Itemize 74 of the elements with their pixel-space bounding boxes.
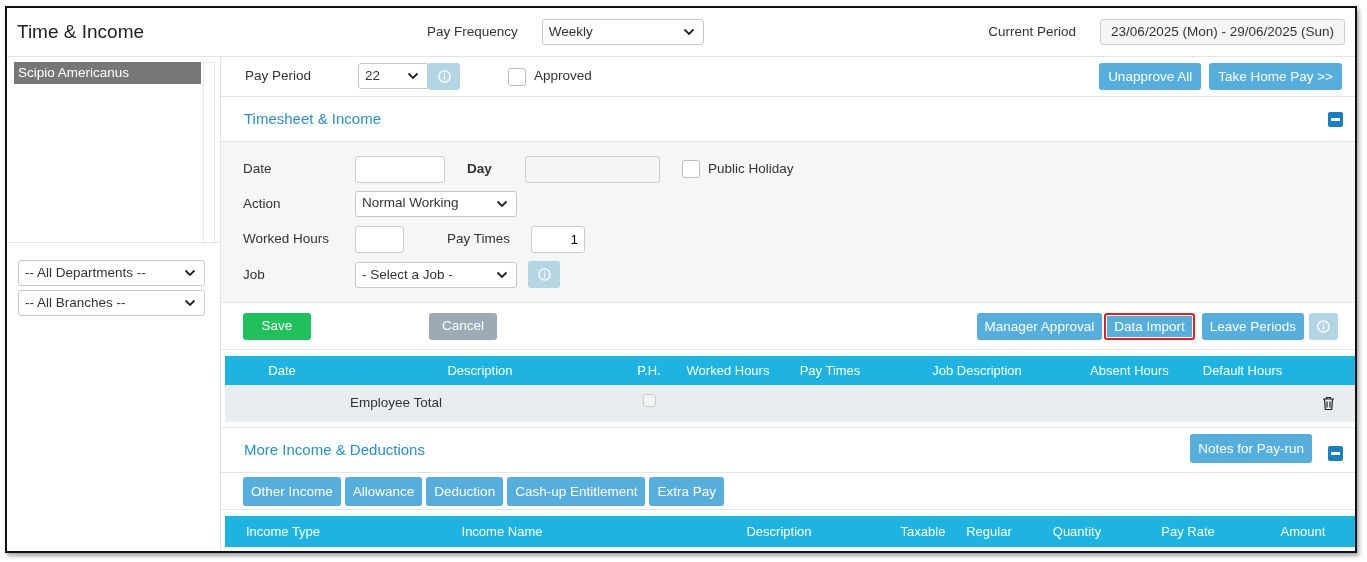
- field-label: Pay Period: [245, 67, 313, 86]
- toolbar-button[interactable]: Manager Approval: [976, 312, 1103, 340]
- minus-icon: [1331, 117, 1340, 121]
- column-header: Pay Rate: [1127, 516, 1249, 547]
- column-header: Worked Hours: [677, 356, 779, 385]
- info-button[interactable]: [428, 63, 460, 90]
- field-label: Action: [243, 195, 282, 214]
- unapprove-button[interactable]: Unapprove All: [1099, 63, 1202, 90]
- employee-item[interactable]: Scipio Americanus: [14, 62, 201, 85]
- checkbox-label: Public Holiday: [708, 160, 794, 179]
- approved-checkbox[interactable]: [508, 67, 526, 86]
- column-header: Date: [225, 356, 339, 385]
- notes-button[interactable]: Notes for Pay-run: [1190, 434, 1312, 463]
- page-title: Time & Income: [17, 19, 146, 44]
- save-button[interactable]: Save: [243, 312, 311, 340]
- pay-period-select[interactable]: 22: [358, 63, 428, 89]
- caret-icon: [184, 299, 196, 307]
- caret-icon: [496, 199, 508, 208]
- field-label: Worked Hours: [243, 230, 331, 249]
- field-label: Current Period: [988, 22, 1077, 41]
- column-header: Description: [663, 516, 895, 547]
- cancel-button[interactable]: Cancel: [429, 312, 497, 340]
- column-header: Income Name: [341, 516, 663, 547]
- caret-icon: [682, 28, 695, 36]
- column-header: Description: [339, 356, 621, 385]
- field-label: Pay Times: [447, 230, 511, 249]
- toolbar-button[interactable]: Leave Periods: [1201, 312, 1304, 340]
- field-label: Job: [243, 265, 266, 284]
- tab-button[interactable]: Other Income: [243, 476, 341, 506]
- minus-icon: [1331, 451, 1340, 455]
- info-button[interactable]: [528, 261, 560, 289]
- tab-button[interactable]: Extra Pay: [649, 476, 724, 506]
- collapse-button[interactable]: [1328, 111, 1343, 127]
- checkbox-label: Approved: [534, 67, 592, 86]
- tab-button[interactable]: Allowance: [344, 476, 423, 506]
- job-select[interactable]: - Select a Job -: [355, 261, 517, 288]
- table-cell: Employee Total: [350, 395, 443, 411]
- action-select[interactable]: Normal Working: [355, 190, 517, 217]
- trash-icon[interactable]: [1321, 396, 1335, 412]
- info-button[interactable]: [1309, 312, 1338, 340]
- field-label: Date: [243, 160, 273, 179]
- column-header: Income Type: [225, 516, 341, 547]
- column-header: Pay Times: [779, 356, 881, 385]
- caret-icon: [407, 72, 419, 80]
- field-label: Day: [467, 160, 493, 179]
- column-header: Amount: [1249, 516, 1355, 547]
- column-header: Quantity: [1027, 516, 1127, 547]
- toolbar-button[interactable]: Data Import: [1104, 312, 1195, 340]
- date-field[interactable]: [355, 155, 445, 183]
- caret-icon: [496, 270, 508, 279]
- caret-icon: [184, 269, 196, 277]
- tab-button[interactable]: Cash-up Entitlement: [507, 476, 646, 506]
- current-period-field: 23/06/2025 (Mon) - 29/06/2025 (Sun): [1100, 19, 1345, 45]
- info-icon: [537, 268, 551, 282]
- public-holiday-checkbox[interactable]: [682, 160, 700, 179]
- section-title: More Income & Deductions: [244, 439, 426, 460]
- collapse-button[interactable]: [1328, 445, 1343, 461]
- column-header: P.H.: [621, 356, 677, 385]
- take-home-pay-button[interactable]: Take Home Pay >>: [1209, 63, 1342, 90]
- column-header: Regular: [951, 516, 1027, 547]
- column-header: Job Description: [881, 356, 1073, 385]
- column-header: Default Hours: [1186, 356, 1299, 385]
- tab-button[interactable]: Deduction: [426, 476, 504, 506]
- column-header: Taxable: [895, 516, 951, 547]
- info-icon: [437, 70, 451, 83]
- branch-select[interactable]: -- All Branches --: [18, 290, 205, 316]
- column-header: Absent Hours: [1073, 356, 1186, 385]
- worked-hours-field[interactable]: [355, 225, 404, 253]
- pay-times-field[interactable]: 1: [531, 225, 586, 253]
- department-select[interactable]: -- All Departments --: [18, 260, 205, 286]
- field-label: Pay Frequency: [427, 22, 518, 41]
- info-icon: [1317, 319, 1330, 333]
- pay-frequency-select[interactable]: Weekly: [541, 19, 704, 45]
- section-title: Timesheet & Income: [244, 108, 382, 129]
